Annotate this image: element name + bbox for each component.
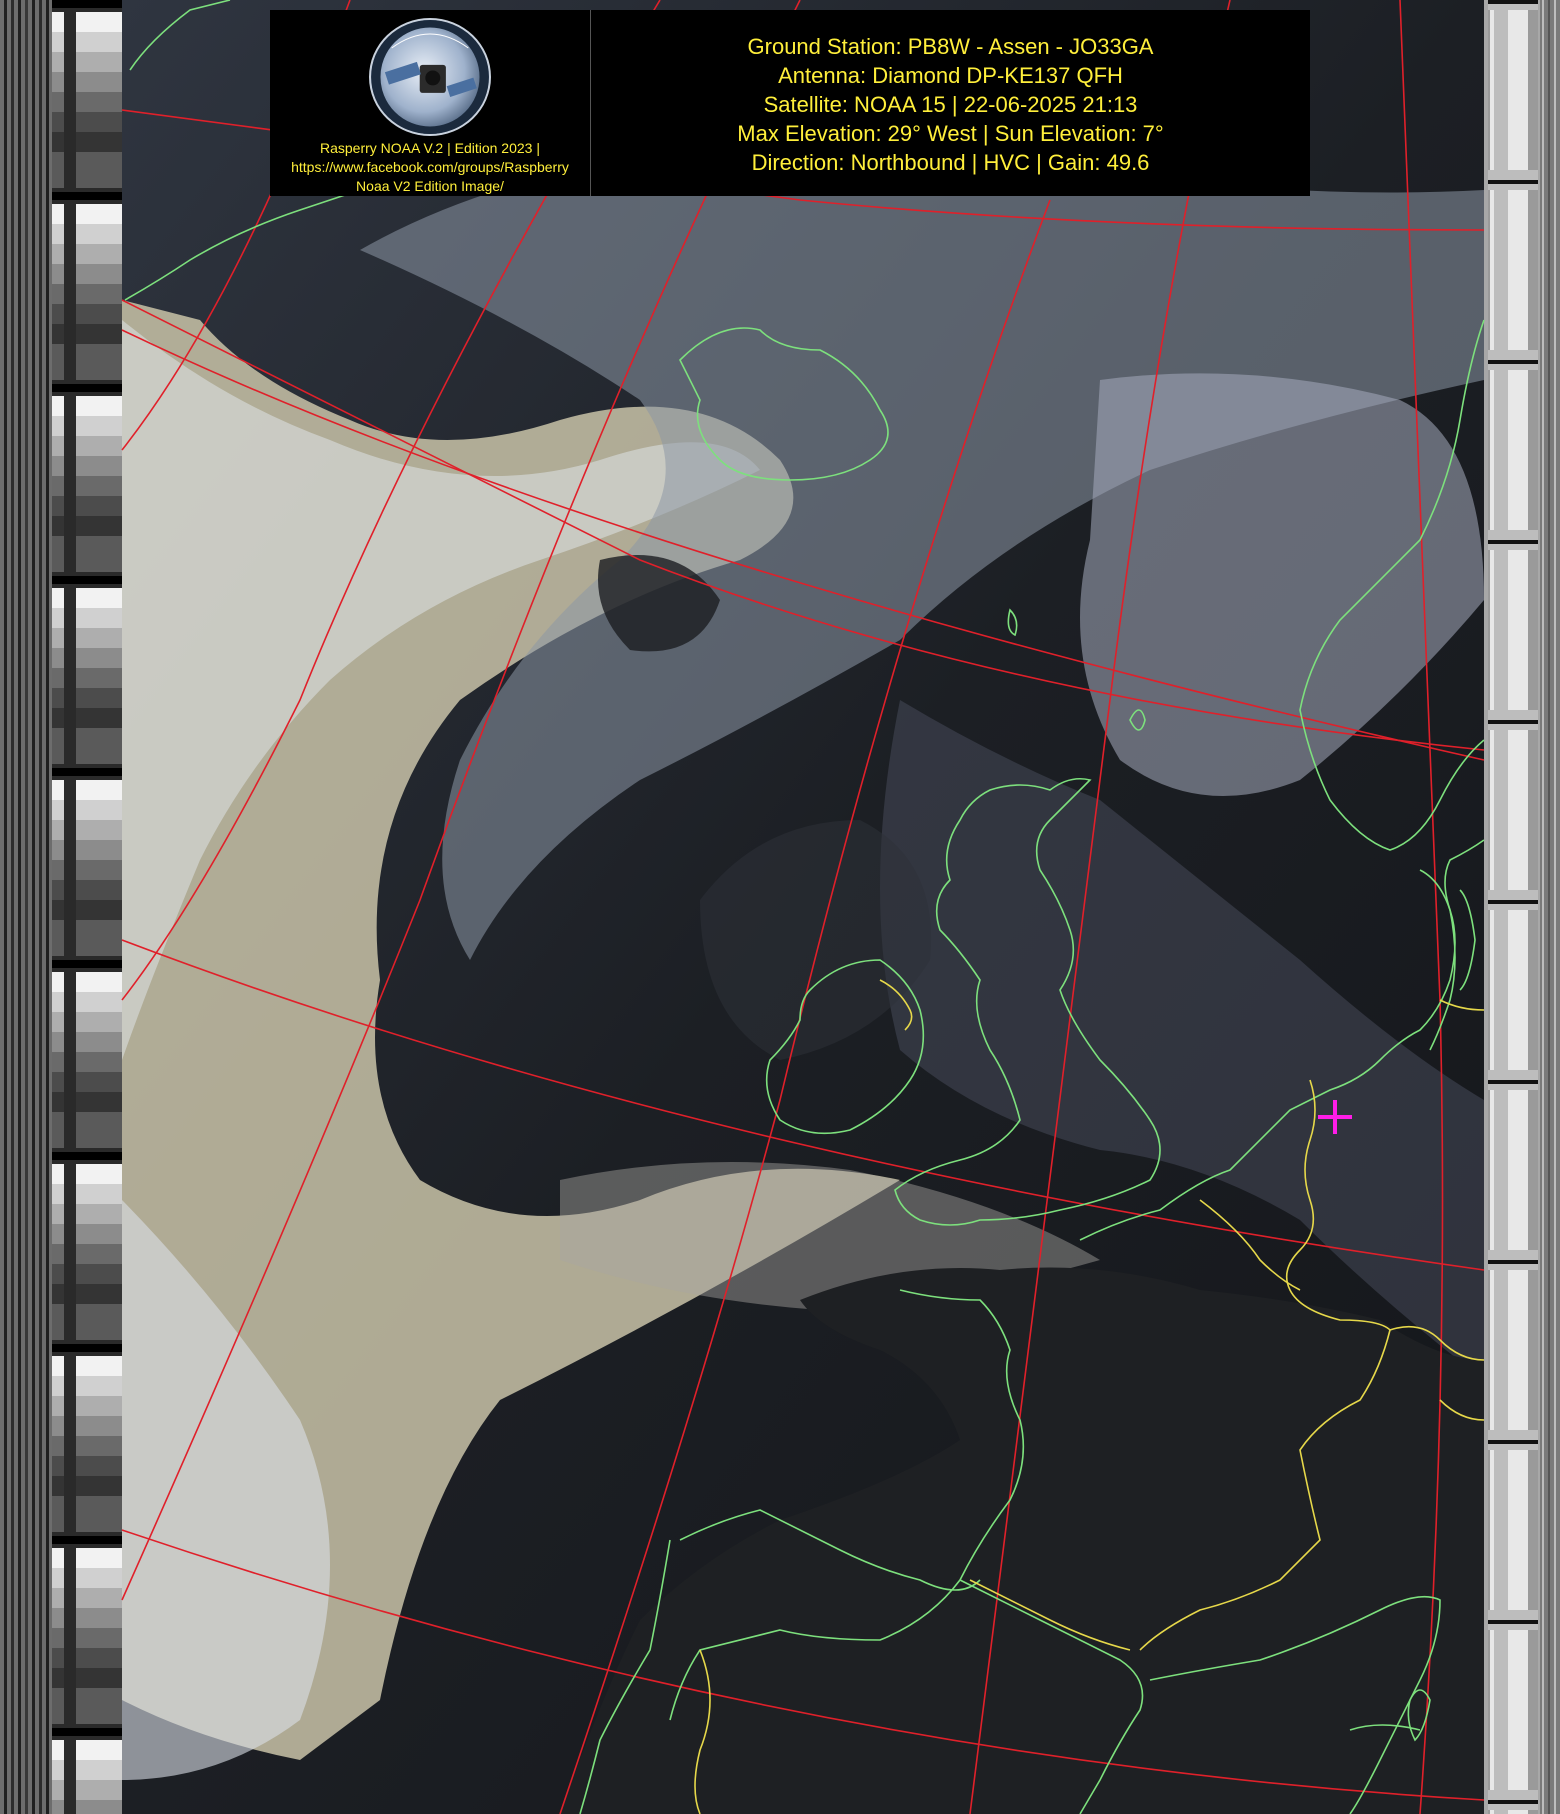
credit-line-1: Rasperry NOAA V.2 | Edition 2023 | [319,140,540,156]
credit-line-2: https://www.facebook.com/groups/Raspberr… [291,159,569,175]
pass-info: Ground Station: PB8W - Assen - JO33GA An… [591,10,1310,196]
logo-graphic [371,20,489,134]
direction-line: Direction: Northbound | HVC | Gain: 49.6 [751,149,1150,175]
satellite-image [0,0,1560,1814]
ground-station-line: Ground Station: PB8W - Assen - JO33GA [747,33,1154,59]
credit-line-3: Noaa V2 Edition Image/ [356,178,504,194]
weather-satellites-logo-icon [369,18,491,136]
credit-text: Rasperry NOAA V.2 | Edition 2023 | https… [291,139,569,196]
satellite-line: Satellite: NOAA 15 | 22-06-2025 21:13 [763,91,1138,117]
antenna-line: Antenna: Diamond DP-KE137 QFH [778,62,1123,88]
station-location-marker-icon [1318,1100,1352,1134]
map [0,0,1560,1814]
telemetry-wedge-right [1488,0,1538,1814]
info-header: Rasperry NOAA V.2 | Edition 2023 | https… [270,10,1310,196]
telemetry-wedge-left [52,0,122,1814]
logo-block: Rasperry NOAA V.2 | Edition 2023 | https… [270,10,591,196]
elevation-line: Max Elevation: 29° West | Sun Elevation:… [737,120,1164,146]
